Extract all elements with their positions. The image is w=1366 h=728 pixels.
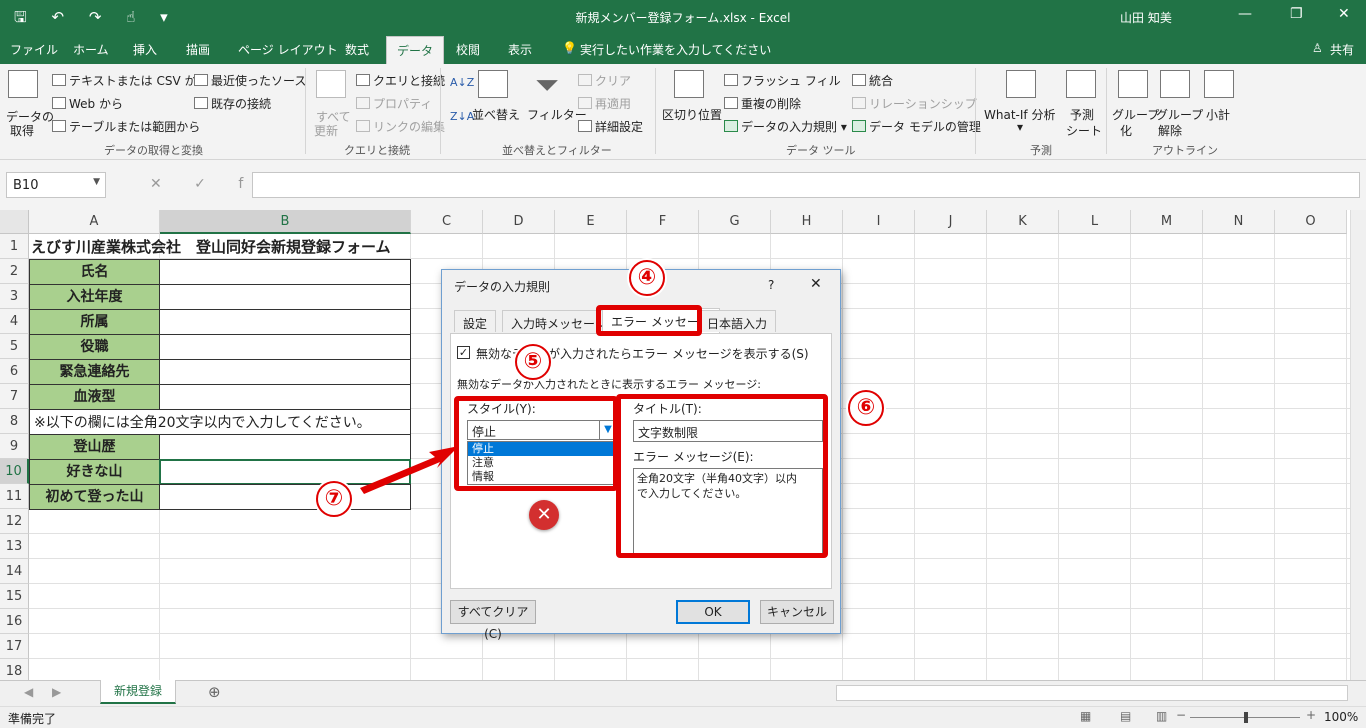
step-7-marker: ⑦ (316, 481, 352, 517)
step-6-marker: ⑥ (848, 390, 884, 426)
annotation-arrow (360, 446, 459, 494)
step-5-marker: ⑤ (515, 344, 551, 380)
excel-window: 🖫 ↶ ↷ ☝ ▾ 新規メンバー登録フォーム.xlsx - Excel 山田 知… (0, 0, 1366, 728)
step-4-marker: ④ (629, 260, 665, 296)
